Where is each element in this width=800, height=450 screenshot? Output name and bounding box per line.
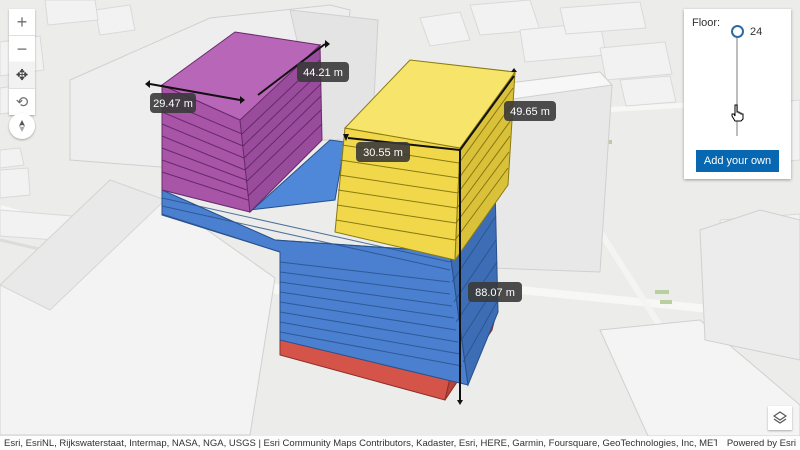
- add-your-own-button[interactable]: Add your own: [696, 150, 779, 172]
- layers-button[interactable]: [768, 406, 792, 430]
- measure-label-5: 88.07 m: [475, 287, 515, 299]
- zoom-in-icon: +: [16, 11, 28, 32]
- powered-by-esri[interactable]: Powered by Esri: [717, 438, 800, 449]
- floor-panel: Floor: 24 Add your own: [684, 9, 791, 179]
- measure-label-3: 30.55 m: [363, 147, 403, 159]
- floor-slider-thumb[interactable]: [731, 25, 744, 38]
- hand-cursor-icon: [731, 104, 744, 122]
- layers-icon: [773, 411, 787, 424]
- pan-button[interactable]: ✥: [9, 62, 35, 88]
- zoom-out-icon: −: [16, 38, 28, 59]
- floor-value: 24: [750, 26, 763, 38]
- attribution-text[interactable]: Esri, EsriNL, Rijkswaterstaat, Intermap,…: [0, 438, 717, 449]
- compass-button[interactable]: [9, 113, 35, 139]
- zoom-in-button[interactable]: +: [9, 9, 35, 35]
- pan-icon: ✥: [15, 67, 29, 84]
- attribution-bar: Esri, EsriNL, Rijkswaterstaat, Intermap,…: [0, 436, 800, 450]
- measure-label-4: 49.65 m: [510, 106, 550, 118]
- zoom-controls: + −: [9, 9, 35, 62]
- rotate-button[interactable]: ⟲: [9, 88, 35, 115]
- measure-label-2: 44.21 m: [303, 67, 343, 79]
- map-scene[interactable]: 29.47 m 44.21 m 30.55 m 49.65 m 88.07 m: [0, 0, 800, 450]
- navigation-mode-controls: ✥ ⟲: [9, 62, 35, 115]
- compass-icon: [19, 120, 25, 132]
- measure-label-1: 29.47 m: [153, 98, 193, 110]
- rotate-icon: ⟲: [15, 94, 29, 111]
- floor-label: Floor:: [692, 17, 721, 29]
- zoom-out-button[interactable]: −: [9, 35, 35, 62]
